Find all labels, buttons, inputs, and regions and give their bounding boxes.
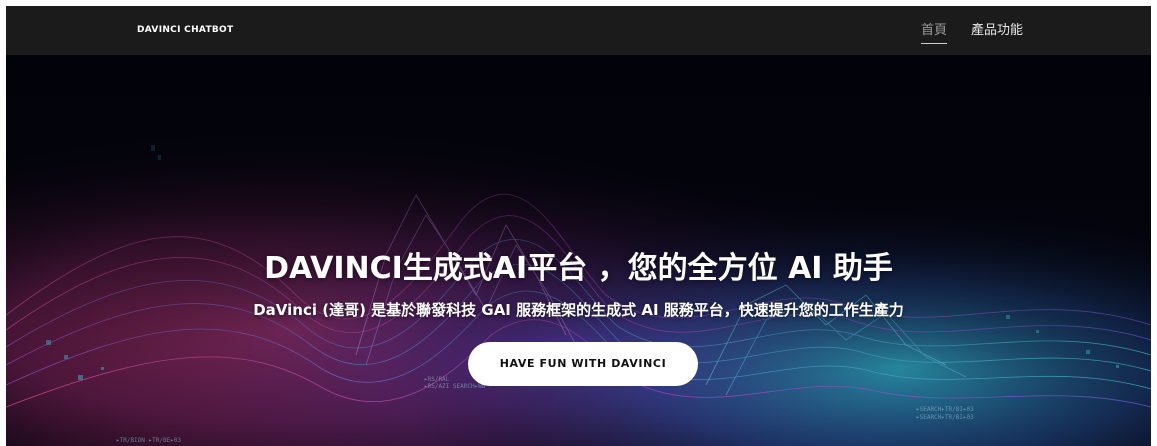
hero-title-ai-1: AI — [492, 251, 528, 286]
hero-section: ▸RS/RAL ▸RS/AZI SEARCH▸WB ▸SEARCH▸TR/BI▸… — [6, 55, 1151, 446]
brand-logo-link[interactable]: DAVINCI CHATBOT — [137, 6, 233, 55]
nav-link-product-features[interactable]: 產品功能 — [971, 6, 1023, 55]
hud-code-3: ▸SEARCH▸TR/BI▸03 — [916, 406, 974, 413]
hero-title-part-6: 助手 — [822, 251, 893, 286]
top-navbar: DAVINCI CHATBOT 首頁 產品功能 — [6, 6, 1151, 55]
nav-links: 首頁 產品功能 — [921, 6, 1047, 55]
nav-link-home[interactable]: 首頁 — [921, 6, 948, 55]
have-fun-with-davinci-button[interactable]: HAVE FUN WITH DAVINCI — [468, 342, 698, 386]
hud-code-5: ▸TR/BION ▸TR/BE▸03 — [116, 437, 181, 444]
hud-code-4: ▸SEARCH▸TR/BI▸03 — [916, 414, 974, 421]
hero-title-part-4: 平台 ，您的全方位 — [527, 251, 789, 286]
hero-title-brand: DAVINCI — [264, 251, 403, 286]
hero-title-ai-2: AI — [788, 251, 823, 286]
browser-viewport: DAVINCI CHATBOT 首頁 產品功能 ▸RS/RAL ▸RS/AZI … — [6, 6, 1151, 446]
hero-title-part-2: 生成式 — [402, 251, 493, 286]
hud-code-2: ▸RS/AZI SEARCH▸WB — [424, 383, 486, 390]
hero-subtitle: DaVinci (達哥) 是基於聯發科技 GAI 服務框架的生成式 AI 服務平… — [253, 301, 904, 319]
hero-title: DAVINCI生成式AI平台 ，您的全方位 AI 助手 — [6, 251, 1151, 287]
hud-code-1: ▸RS/RAL — [424, 376, 450, 383]
page: DAVINCI CHATBOT 首頁 產品功能 ▸RS/RAL ▸RS/AZI … — [0, 0, 1157, 446]
